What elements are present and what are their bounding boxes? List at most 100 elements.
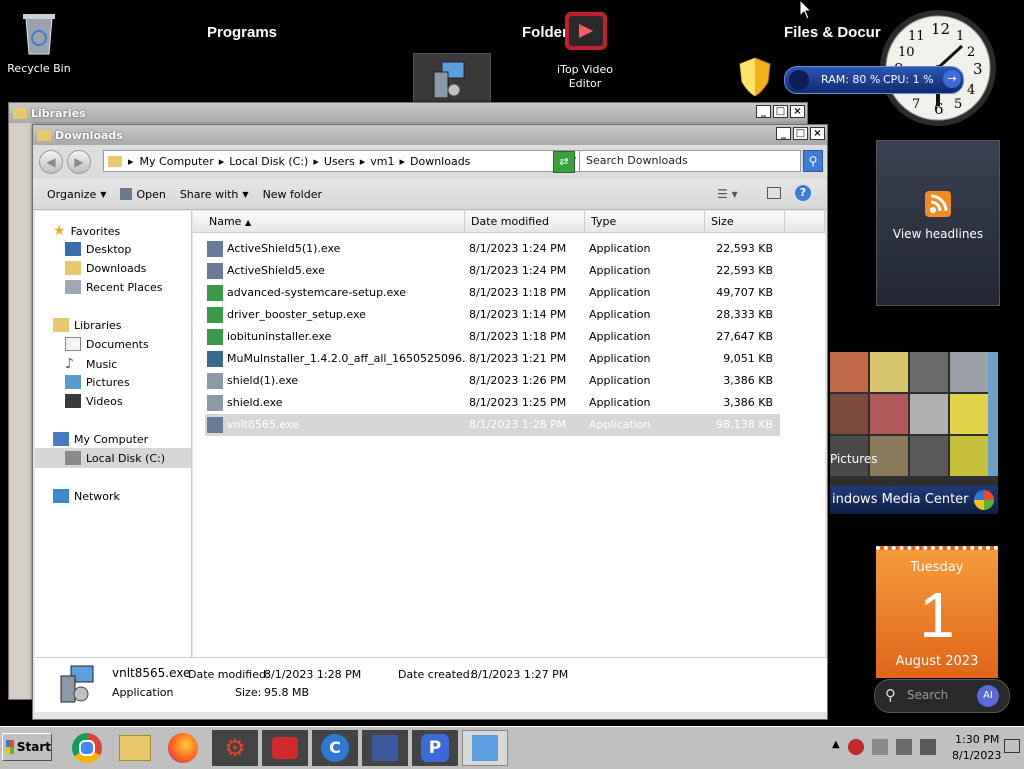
file-row[interactable]: advanced-systemcare-setup.exe 8/1/2023 1:… <box>205 282 780 304</box>
file-row[interactable]: driver_booster_setup.exe 8/1/2023 1:14 PM… <box>205 304 780 326</box>
address-box[interactable]: ▸ My Computer ▸ Local Disk (C:) ▸ Users … <box>103 150 581 172</box>
nav-network[interactable]: Network <box>53 489 120 503</box>
libraries-titlebar[interactable]: Libraries _ □ × <box>9 103 807 123</box>
share-with-button[interactable]: Share with ▼ <box>180 188 249 201</box>
media-center-title: indows Media Center <box>830 486 998 514</box>
chrome-taskbar-button[interactable] <box>64 730 110 766</box>
ai-icon[interactable]: AI <box>977 685 999 707</box>
installer-taskbar-button[interactable] <box>462 730 508 766</box>
tray-expand-icon[interactable]: ▲ <box>832 739 840 750</box>
breadcrumb-separator-icon[interactable]: ▸ <box>313 155 319 168</box>
nav-favorites[interactable]: ★ Favorites <box>53 223 120 239</box>
column-header-size[interactable]: Size <box>705 211 785 233</box>
minimize-button[interactable]: _ <box>756 105 771 118</box>
installer-desktop-icon[interactable] <box>413 53 491 105</box>
start-button[interactable]: Start <box>2 733 52 761</box>
programs-heading: Programs <box>207 24 278 41</box>
file-row[interactable]: shield(1).exe 8/1/2023 1:26 PM Application… <box>205 370 780 392</box>
svg-text:3: 3 <box>973 60 983 78</box>
column-header-name[interactable]: Name ▲ <box>193 211 465 233</box>
file-date-cell: 8/1/2023 1:18 PM <box>469 330 567 343</box>
nav-local-disk[interactable]: Local Disk (C:) <box>35 448 191 468</box>
nav-libraries-label: Libraries <box>74 318 122 332</box>
details-file-icon <box>55 664 97 706</box>
nav-desktop[interactable]: Desktop <box>65 242 131 256</box>
close-button[interactable]: × <box>790 105 805 118</box>
nav-desktop-label: Desktop <box>86 242 132 256</box>
search-gadget[interactable]: ⚲ Search AI <box>874 679 1010 713</box>
minimize-button[interactable]: _ <box>776 127 791 140</box>
clock-date[interactable]: 8/1/2023 <box>952 749 1001 762</box>
tray-security-icon[interactable] <box>848 739 864 755</box>
preview-pane-icon[interactable] <box>767 187 781 199</box>
details-pane: vnlt8565.exe Date modified: 8/1/2023 1:2… <box>35 657 827 712</box>
refresh-button[interactable]: ⇄ <box>553 151 575 173</box>
search-icon[interactable]: ⚲ <box>803 150 823 172</box>
windows-logo-icon <box>6 740 14 754</box>
nav-music[interactable]: ♪ Music <box>65 356 117 372</box>
column-header-date[interactable]: Date modified <box>465 211 585 233</box>
nav-documents[interactable]: Documents <box>65 337 149 351</box>
details-size-label: Size: <box>235 686 262 699</box>
file-row[interactable]: vnlt8565.exe 8/1/2023 1:28 PM Application 9… <box>205 414 780 436</box>
downloads-window[interactable]: Downloads _ □ × ◀ ▶ ▸ My Computer ▸ Loca… <box>32 124 828 720</box>
file-date-cell: 8/1/2023 1:24 PM <box>469 242 567 255</box>
view-options-icon[interactable]: ☰ ▾ <box>717 187 738 201</box>
exe-file-icon <box>207 307 223 323</box>
nav-pictures[interactable]: Pictures <box>65 375 130 389</box>
tray-network-icon[interactable] <box>896 739 912 755</box>
show-desktop-icon[interactable] <box>1004 739 1020 753</box>
maximize-button[interactable]: □ <box>793 127 808 140</box>
nav-downloads[interactable]: Downloads <box>65 261 146 275</box>
clock-time[interactable]: 1:30 PM <box>955 733 999 746</box>
sort-up-icon: ▲ <box>244 218 252 227</box>
breadcrumb-vm1[interactable]: vm1 <box>370 155 394 168</box>
nav-videos[interactable]: Videos <box>65 394 123 408</box>
nav-libraries[interactable]: Libraries <box>53 318 122 332</box>
back-button[interactable]: ◀ <box>39 150 63 174</box>
file-row[interactable]: ActiveShield5(1).exe 8/1/2023 1:24 PM Appl… <box>205 238 780 260</box>
firefox-taskbar-button[interactable] <box>160 730 206 766</box>
breadcrumb-my-computer[interactable]: My Computer <box>140 155 214 168</box>
file-name-cell: advanced-systemcare-setup.exe <box>227 286 407 299</box>
tray-volume-icon[interactable] <box>920 739 936 755</box>
meter-arrow-icon[interactable]: → <box>943 70 961 88</box>
breadcrumb-downloads[interactable]: Downloads <box>410 155 470 168</box>
forward-button[interactable]: ▶ <box>67 150 91 174</box>
tray-flag-icon[interactable] <box>872 739 888 755</box>
maximize-button[interactable]: □ <box>773 105 788 118</box>
iobit-taskbar-button[interactable]: ⚙ <box>212 730 258 766</box>
itop-taskbar-button[interactable] <box>262 730 308 766</box>
open-button[interactable]: Open <box>120 188 166 201</box>
downloads-titlebar[interactable]: Downloads _ □ × <box>33 125 827 145</box>
help-icon[interactable]: ? <box>795 185 811 201</box>
p-taskbar-button[interactable]: P <box>412 730 458 766</box>
recycle-bin-icon[interactable] <box>18 8 60 56</box>
new-folder-button[interactable]: New folder <box>263 188 322 201</box>
file-row[interactable]: shield.exe 8/1/2023 1:25 PM Application 3,3… <box>205 392 780 414</box>
column-header-type[interactable]: Type <box>585 211 705 233</box>
breadcrumb-separator-icon[interactable]: ▸ <box>399 155 405 168</box>
close-button[interactable]: × <box>810 127 825 140</box>
media-center-gadget[interactable]: Pictures indows Media Center <box>830 352 998 514</box>
breadcrumb-separator-icon[interactable]: ▸ <box>219 155 225 168</box>
breadcrumb-separator-icon[interactable]: ▸ <box>360 155 366 168</box>
search-input[interactable]: Search Downloads <box>579 150 801 172</box>
nav-recent-places[interactable]: Recent Places <box>65 280 163 294</box>
file-row[interactable]: iobituninstaller.exe 8/1/2023 1:18 PM Appl… <box>205 326 780 348</box>
file-date-cell: 8/1/2023 1:24 PM <box>469 264 567 277</box>
organize-button[interactable]: Organize ▼ <box>47 188 106 201</box>
explorer-taskbar-button[interactable] <box>112 730 158 766</box>
app-taskbar-button[interactable] <box>362 730 408 766</box>
breadcrumb-users[interactable]: Users <box>324 155 355 168</box>
nav-my-computer[interactable]: My Computer <box>53 432 148 446</box>
headlines-gadget[interactable]: View headlines <box>876 140 1000 306</box>
breadcrumb-local-disk[interactable]: Local Disk (C:) <box>229 155 308 168</box>
breadcrumb-separator-icon[interactable]: ▸ <box>128 155 134 168</box>
ccleaner-taskbar-button[interactable]: C <box>312 730 358 766</box>
file-row[interactable]: ActiveShield5.exe 8/1/2023 1:24 PM Applica… <box>205 260 780 282</box>
file-name-cell: ActiveShield5.exe <box>227 264 325 277</box>
shield-desktop-icon[interactable] <box>736 56 774 98</box>
itop-video-editor-icon[interactable] <box>563 10 609 52</box>
file-row[interactable]: MuMuInstaller_1.4.2.0_aff_all_1650525096… <box>205 348 780 370</box>
